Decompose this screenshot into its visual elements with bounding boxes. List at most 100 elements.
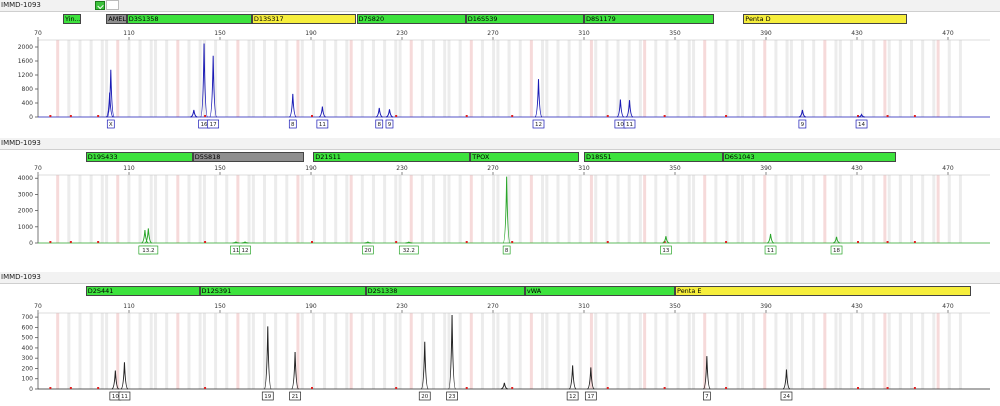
x-tick-label: 110 — [123, 165, 135, 172]
allele-bin — [785, 175, 789, 243]
size-marker — [606, 115, 609, 117]
allele-bin — [149, 313, 153, 389]
allele-bin — [360, 40, 364, 117]
allele-call-label: 20 — [364, 248, 371, 254]
allele-bin — [311, 40, 315, 117]
size-marker — [725, 387, 728, 389]
allele-bin — [665, 40, 669, 117]
size-marker — [886, 241, 889, 243]
size-marker — [311, 241, 313, 243]
allele-bin — [589, 175, 593, 243]
allele-bin — [883, 313, 887, 389]
allele-bin — [763, 313, 767, 389]
size-marker — [69, 387, 72, 389]
allele-bin — [594, 313, 598, 389]
allele-bin — [958, 175, 962, 243]
allele-bin — [296, 313, 300, 389]
allele-bin — [665, 175, 669, 243]
allele-bin — [518, 175, 522, 243]
allele-bin — [936, 175, 940, 243]
allele-bin — [176, 40, 180, 117]
y-tick-label: 100 — [22, 376, 34, 383]
size-marker — [395, 241, 398, 243]
allele-call-label: 21 — [292, 394, 299, 400]
allele-bin — [300, 313, 304, 389]
allele-bin — [262, 313, 266, 389]
allele-bin — [394, 175, 398, 243]
allele-bin — [789, 175, 793, 243]
allele-call-label: 32.2 — [403, 248, 415, 254]
allele-bin — [247, 40, 251, 117]
allele-bin — [247, 175, 251, 243]
size-marker — [49, 115, 52, 117]
allele-bin — [138, 40, 142, 117]
allele-bin — [887, 175, 891, 243]
allele-bin — [774, 313, 778, 389]
allele-bin — [616, 175, 620, 243]
y-tick-label: 500 — [22, 335, 34, 342]
peak — [500, 382, 508, 390]
allele-call-label: 24 — [783, 394, 790, 400]
allele-bin — [578, 175, 582, 243]
allele-bin — [812, 175, 816, 243]
allele-bin — [300, 40, 304, 117]
size-marker — [663, 115, 666, 117]
allele-bin — [360, 313, 364, 389]
size-marker — [204, 241, 207, 243]
y-tick-label: 2000 — [18, 208, 33, 215]
allele-bin — [567, 175, 571, 243]
allele-bin — [214, 175, 218, 243]
allele-bin — [371, 313, 375, 389]
allele-bin — [274, 175, 278, 243]
size-marker — [49, 241, 52, 243]
allele-bin — [458, 40, 462, 117]
allele-bin — [638, 175, 642, 243]
x-tick-label: 190 — [305, 165, 317, 172]
size-marker — [511, 241, 514, 243]
allele-call-label: 19 — [264, 394, 271, 400]
allele-bin — [849, 175, 853, 243]
allele-bin — [578, 40, 582, 117]
allele-bin — [838, 175, 842, 243]
allele-bin — [518, 313, 522, 389]
allele-bin — [469, 313, 473, 389]
allele-bin — [740, 175, 744, 243]
allele-bin — [251, 175, 255, 243]
y-tick-label: 4000 — [18, 175, 33, 182]
allele-bin — [654, 40, 658, 117]
allele-bin — [89, 313, 93, 389]
allele-bin — [947, 175, 951, 243]
allele-bin — [100, 313, 104, 389]
allele-bin — [616, 40, 620, 117]
allele-bin — [910, 40, 914, 117]
allele-call-label: 20 — [421, 394, 428, 400]
allele-bin — [496, 175, 500, 243]
y-tick-label: 400 — [22, 100, 34, 107]
allele-bin — [752, 175, 756, 243]
allele-bin — [202, 313, 206, 389]
x-tick-label: 470 — [942, 165, 954, 172]
x-axis: 70 110 150 190 230 270 310 350 390 430 470 — [34, 303, 990, 314]
allele-call-label: 13 — [662, 248, 669, 254]
allele-bin — [345, 40, 349, 117]
allele-bin — [545, 40, 549, 117]
x-axis: 70 110 150 190 230 270 310 350 390 430 470 — [34, 165, 990, 176]
allele-bin — [383, 40, 387, 117]
allele-bin — [78, 40, 82, 117]
allele-bin — [643, 313, 647, 389]
allele-bin — [714, 175, 718, 243]
allele-bin — [823, 40, 827, 117]
allele-bin — [861, 175, 865, 243]
x-tick-label: 470 — [942, 303, 954, 310]
allele-call-label: 12 — [569, 394, 576, 400]
allele-bin — [236, 175, 240, 243]
allele-bin — [834, 40, 838, 117]
allele-bin — [541, 40, 545, 117]
allele-bin — [921, 40, 925, 117]
x-tick-label: 70 — [34, 303, 42, 310]
allele-call-label: 8 — [291, 122, 295, 128]
allele-bin — [323, 313, 327, 389]
dye-panel: IMMD-1093 D19S433 D5S818 D21S11 TPOX D18S51 D6… — [0, 138, 1000, 272]
allele-bin — [725, 40, 729, 117]
allele-bin — [300, 175, 304, 243]
